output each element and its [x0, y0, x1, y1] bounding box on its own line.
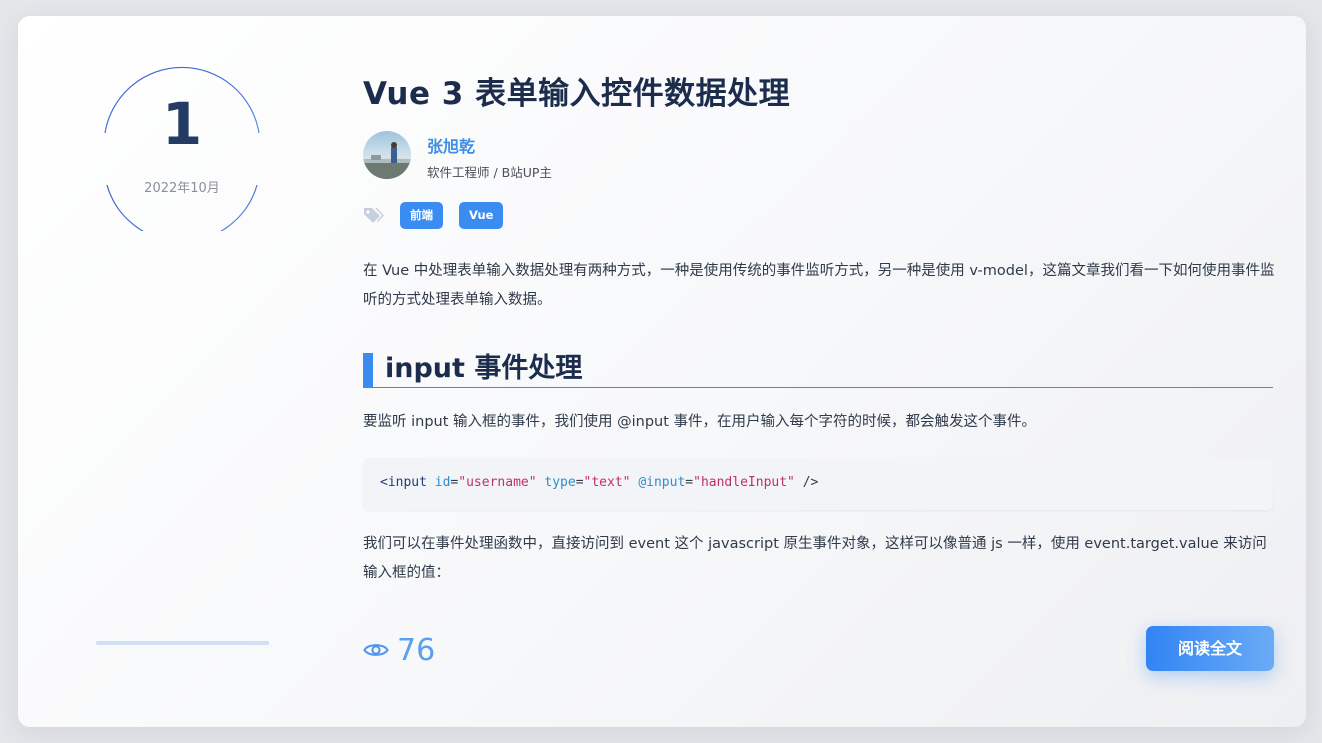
section-accent-bar [363, 353, 373, 387]
code-line: <input id="username" type="text" @input=… [380, 475, 819, 490]
section-heading: input 事件处理 [363, 352, 1273, 388]
author-avatar[interactable] [363, 131, 411, 179]
view-count: 76 [363, 630, 435, 670]
read-more-button[interactable]: 阅读全文 [1146, 626, 1274, 671]
views-count: 76 [397, 632, 436, 668]
tag-frontend[interactable]: 前端 [400, 201, 443, 229]
section-title: input 事件处理 [385, 353, 583, 384]
left-divider-bar [96, 641, 269, 645]
date-month: 2022年10月 [144, 181, 220, 196]
article-title[interactable]: Vue 3 表单输入控件数据处理 [363, 68, 790, 113]
tags-row: 前端 Vue [363, 201, 519, 229]
tags-icon [364, 208, 384, 223]
author-description: 软件工程师 / B站UP主 [427, 165, 552, 180]
date-badge: 1 2022年10月 [103, 63, 261, 231]
code-block: <input id="username" type="text" @input=… [363, 458, 1273, 510]
tag-vue[interactable]: Vue [459, 201, 504, 229]
date-day: 1 [161, 90, 203, 158]
after-code-paragraph: 我们可以在事件处理函数中，直接访问到 event 这个 javascript 原… [363, 536, 1267, 581]
author-name[interactable]: 张旭乾 [427, 133, 475, 157]
eye-icon [363, 644, 389, 656]
section-paragraph: 要监听 input 输入框的事件，我们使用 @input 事件，在用户输入每个字… [363, 414, 1037, 430]
article-card: 1 2022年10月 Vue 3 表单输入控件数据处理 张旭乾 软件工程师 / … [18, 16, 1306, 727]
intro-paragraph: 在 Vue 中处理表单输入数据处理有两种方式，一种是使用传统的事件监听方式，另一… [363, 263, 1275, 308]
